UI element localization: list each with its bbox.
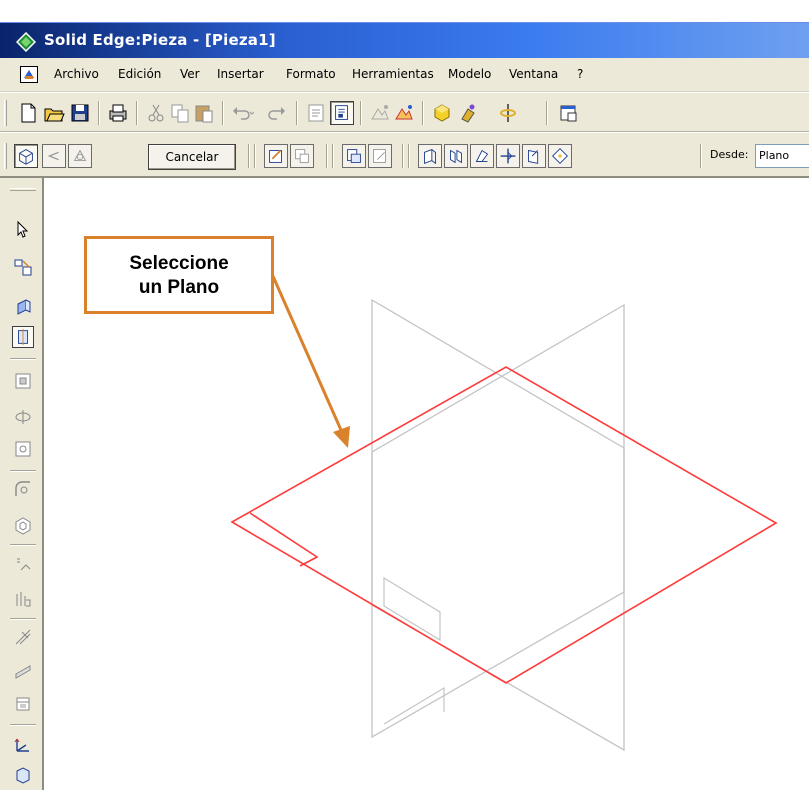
title-bar[interactable]: Solid Edge:Pieza - [Pieza1] — [0, 22, 809, 58]
copy-icon[interactable] — [168, 101, 192, 125]
menu-insertar[interactable]: Insertar — [217, 67, 264, 81]
window-icon[interactable] — [556, 101, 580, 125]
angled-plane-icon[interactable] — [470, 144, 494, 168]
thin-region-icon[interactable] — [12, 658, 34, 680]
toolbar-grip[interactable] — [4, 143, 7, 169]
paste-icon[interactable] — [192, 101, 216, 125]
sketch-draw-icon[interactable] — [264, 144, 288, 168]
edit-profile-icon[interactable] — [368, 144, 392, 168]
toolbar-separator — [222, 101, 224, 125]
parallel-plane-icon[interactable] — [444, 144, 468, 168]
cut-icon[interactable] — [144, 101, 168, 125]
properties-icon[interactable] — [304, 101, 328, 125]
menu-help[interactable]: ? — [577, 67, 583, 81]
redo-icon[interactable] — [264, 101, 288, 125]
rotate-icon[interactable] — [496, 101, 520, 125]
menu-ventana[interactable]: Ventana — [509, 67, 558, 81]
desde-label: Desde: — [710, 148, 749, 161]
standard-toolbar — [0, 92, 809, 132]
menu-herramientas[interactable]: Herramientas — [352, 67, 434, 81]
tangent-plane-icon[interactable] — [522, 144, 546, 168]
coincident-plane-icon[interactable] — [418, 144, 442, 168]
perpendicular-plane-icon[interactable] — [496, 144, 520, 168]
menu-bar: Archivo Edición Ver Insertar Formato Her… — [0, 58, 809, 92]
extent-step-icon[interactable] — [68, 144, 92, 168]
menu-archivo[interactable]: Archivo — [54, 67, 99, 81]
menu-modelo[interactable]: Modelo — [448, 67, 491, 81]
toolbar-separator — [10, 544, 36, 546]
rib-icon[interactable] — [12, 588, 34, 610]
cancel-button[interactable]: Cancelar — [148, 144, 236, 170]
document-icon[interactable] — [20, 66, 38, 83]
menu-formato[interactable]: Formato — [286, 67, 336, 81]
instruction-callout: Seleccione un Plano — [84, 236, 274, 314]
toolbar-separator — [10, 618, 36, 620]
toolbar-separator — [422, 101, 424, 125]
toolbar-separator — [254, 144, 256, 168]
callout-line-2: un Plano — [138, 277, 220, 298]
toolbar-separator — [360, 101, 362, 125]
toolbar-separator — [248, 144, 250, 168]
lip-icon[interactable] — [12, 692, 34, 714]
part-color-icon[interactable] — [430, 101, 454, 125]
menu-edicion[interactable]: Edición — [118, 67, 161, 81]
zoom-icon[interactable] — [368, 101, 392, 125]
feature-ribbon-toolbar: Cancelar Desde: Plano — [0, 132, 809, 178]
hole-icon[interactable] — [12, 438, 34, 460]
toolbar-separator — [98, 101, 100, 125]
toolbar-grip[interactable] — [10, 188, 36, 191]
protrusion-icon[interactable] — [12, 296, 34, 318]
select-sketch-icon[interactable] — [290, 144, 314, 168]
solid-edge-logo-icon[interactable] — [15, 31, 37, 53]
web-network-icon[interactable] — [12, 626, 34, 648]
toolbar-separator — [700, 144, 702, 168]
coordinate-system-icon[interactable] — [12, 734, 34, 756]
menu-ver[interactable]: Ver — [180, 67, 200, 81]
toolbar-separator — [10, 724, 36, 726]
sketch-icon[interactable] — [12, 256, 34, 278]
plane-step-icon[interactable] — [14, 144, 38, 168]
revolved-protrusion-icon[interactable] — [12, 326, 34, 348]
print-icon[interactable] — [106, 101, 130, 125]
window-title: Solid Edge:Pieza - [Pieza1] — [44, 31, 276, 49]
open-folder-icon[interactable] — [42, 101, 66, 125]
toolbar-separator — [326, 144, 328, 168]
paint-icon[interactable] — [456, 101, 480, 125]
profile-icon[interactable] — [342, 144, 366, 168]
toolbar-separator — [10, 358, 36, 360]
draft-icon[interactable] — [12, 554, 34, 576]
select-arrow-icon[interactable] — [12, 218, 34, 240]
undo-icon[interactable] — [230, 101, 254, 125]
three-points-plane-icon[interactable] — [548, 144, 572, 168]
new-file-icon[interactable] — [16, 101, 40, 125]
toolbar-separator — [546, 101, 548, 125]
shell-icon[interactable] — [12, 514, 34, 536]
part-library-icon[interactable] — [12, 764, 34, 786]
sketch-view-icon[interactable] — [330, 101, 354, 125]
toolbar-separator — [136, 101, 138, 125]
toolbar-separator — [10, 470, 36, 472]
cutout-icon[interactable] — [12, 370, 34, 392]
back-step-icon[interactable] — [42, 144, 66, 168]
revolved-cutout-icon[interactable] — [12, 406, 34, 428]
round-icon[interactable] — [12, 478, 34, 500]
fit-icon[interactable] — [392, 101, 416, 125]
toolbar-grip[interactable] — [4, 100, 7, 126]
toolbar-separator — [296, 101, 298, 125]
callout-line-1: Seleccione — [129, 253, 229, 274]
features-toolbar — [0, 178, 44, 790]
save-icon[interactable] — [68, 101, 92, 125]
toolbar-separator — [408, 144, 410, 168]
toolbar-separator — [332, 144, 334, 168]
toolbar-separator — [402, 144, 404, 168]
desde-select[interactable]: Plano — [755, 144, 809, 168]
